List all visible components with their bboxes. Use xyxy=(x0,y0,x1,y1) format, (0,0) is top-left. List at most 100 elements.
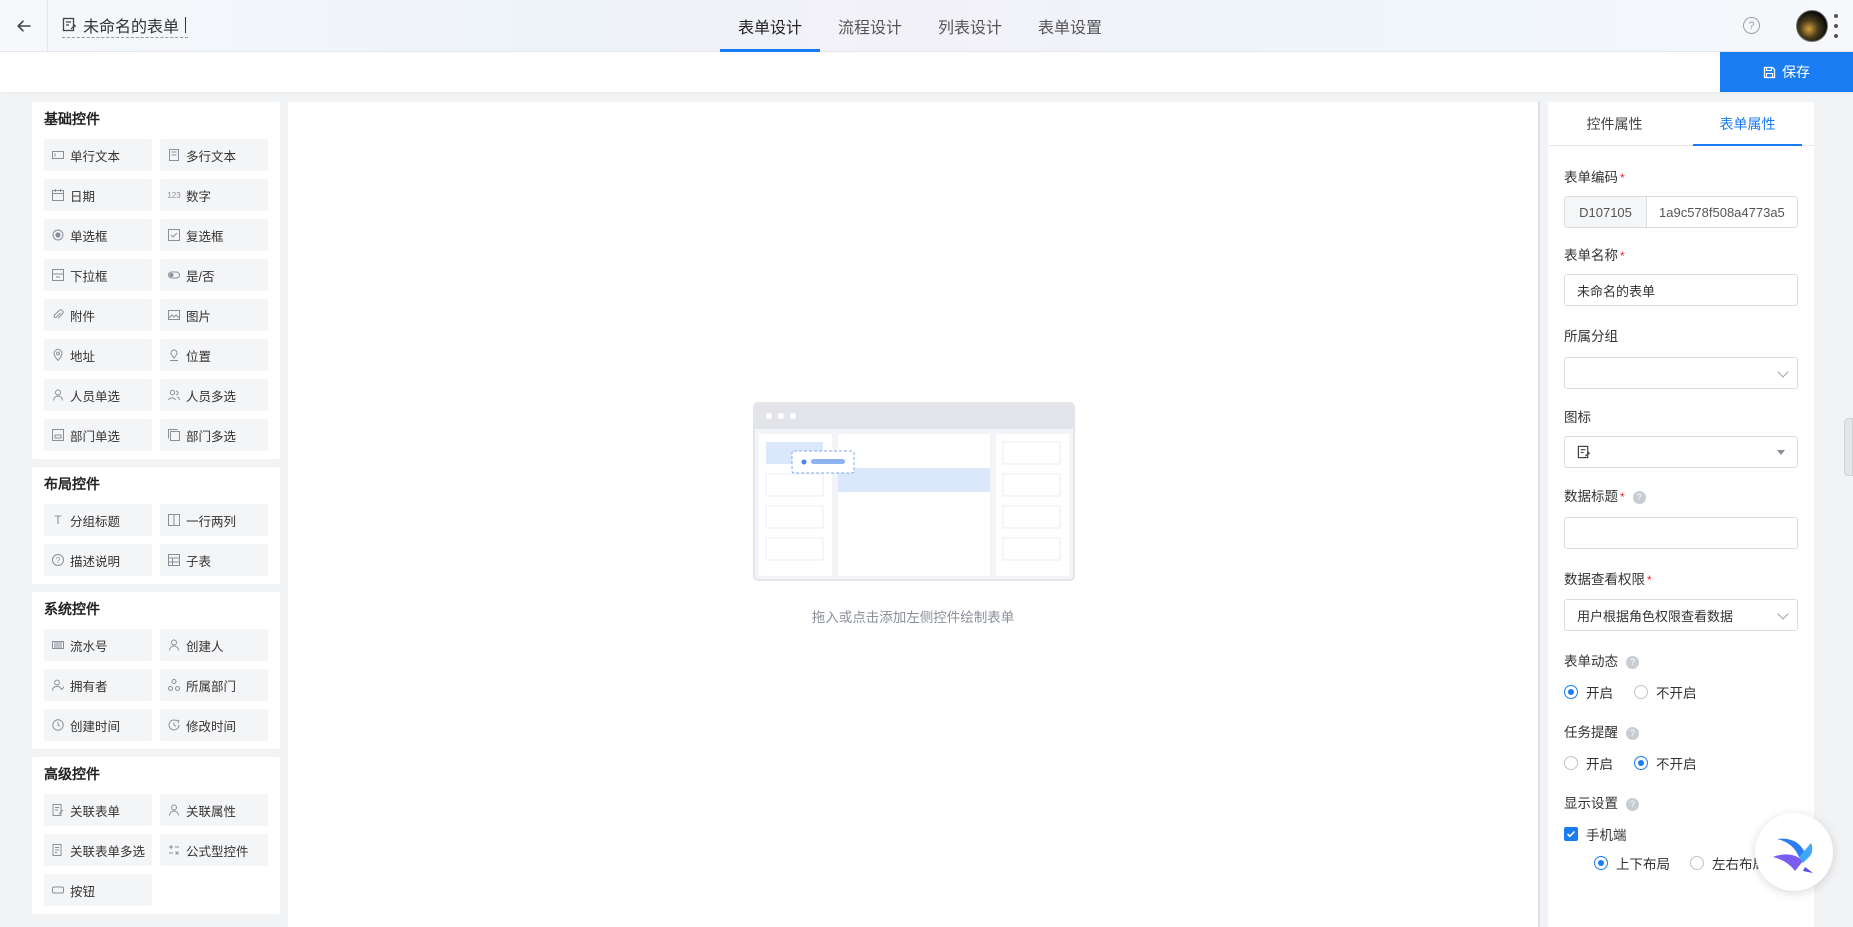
control-label: 图片 xyxy=(186,309,212,324)
clock-edit-icon xyxy=(168,719,180,731)
control-attachment[interactable]: 附件 xyxy=(44,299,152,331)
control-related-form-multi[interactable]: 关联表单多选 xyxy=(44,834,152,866)
control-number[interactable]: 123 数字 xyxy=(160,179,268,211)
link-forms-icon xyxy=(52,844,62,856)
data-permission-select[interactable]: 用户根据角色权限查看数据 xyxy=(1564,599,1798,631)
form-icon xyxy=(62,17,76,32)
tab-list-design[interactable]: 列表设计 xyxy=(920,0,1020,52)
label-text: 表单编码 xyxy=(1564,170,1618,185)
form-title-editor[interactable]: 未命名的表单 xyxy=(62,12,189,38)
text-title-icon: T xyxy=(54,513,62,527)
save-icon xyxy=(1763,66,1776,78)
help-icon[interactable]: ? xyxy=(1626,797,1639,811)
save-button[interactable]: 保存 xyxy=(1720,52,1853,92)
form-code-value[interactable]: 1a9c578f508a4773a5 xyxy=(1647,205,1785,220)
form-name-value: 未命名的表单 xyxy=(1577,283,1656,299)
control-creator[interactable]: 创建人 xyxy=(160,629,268,661)
control-owning-dept[interactable]: 所属部门 xyxy=(160,669,268,701)
required-mark: * xyxy=(1620,249,1625,263)
required-mark: * xyxy=(1620,171,1625,185)
control-related-attribute[interactable]: 关联属性 xyxy=(160,794,268,826)
control-date[interactable]: 日期 xyxy=(44,179,152,211)
control-label: 分组标题 xyxy=(70,514,121,529)
control-label: 单行文本 xyxy=(70,149,121,164)
control-dept-multi[interactable]: 部门多选 xyxy=(160,419,268,451)
avatar[interactable] xyxy=(1796,10,1828,42)
control-modified-time[interactable]: 修改时间 xyxy=(160,709,268,741)
group-title: 系统控件 xyxy=(44,601,100,617)
control-label: 公式型控件 xyxy=(186,844,249,859)
tab-control-properties[interactable]: 控件属性 xyxy=(1548,102,1681,145)
assistant-button[interactable] xyxy=(1755,813,1833,891)
control-user-multi[interactable]: 人员多选 xyxy=(160,379,268,411)
radio-label[interactable]: 不开启 xyxy=(1656,753,1697,773)
data-title-input[interactable] xyxy=(1564,517,1798,549)
control-owner[interactable]: 拥有者 xyxy=(44,669,152,701)
control-radio[interactable]: 单选框 xyxy=(44,219,152,251)
task-reminder-off-radio[interactable] xyxy=(1634,756,1648,770)
form-dynamic-on-radio[interactable] xyxy=(1564,685,1578,699)
control-label: 人员多选 xyxy=(186,389,237,404)
control-label: 拥有者 xyxy=(70,679,108,694)
help-icon[interactable]: ? xyxy=(1632,490,1646,504)
control-yes-no[interactable]: 是/否 xyxy=(160,259,268,291)
control-formula[interactable]: 公式型控件 xyxy=(160,834,268,866)
control-group-title[interactable]: T 分组标题 xyxy=(44,504,152,536)
checkbox-icon xyxy=(168,229,180,241)
control-description[interactable]: ? 描述说明 xyxy=(44,544,152,576)
layout-horizontal-radio[interactable] xyxy=(1690,856,1704,870)
bird-logo-icon xyxy=(1773,838,1813,873)
control-related-form[interactable]: 关联表单 xyxy=(44,794,152,826)
image-icon xyxy=(168,310,180,320)
tab-form-settings[interactable]: 表单设置 xyxy=(1020,0,1120,52)
side-drawer-handle[interactable] xyxy=(1844,418,1853,476)
tab-form-design[interactable]: 表单设计 xyxy=(720,0,821,52)
form-group-select[interactable] xyxy=(1564,357,1798,389)
radio-label[interactable]: 上下布局 xyxy=(1616,853,1670,873)
help-icon[interactable]: ? xyxy=(1626,726,1639,740)
info-circle-icon: ? xyxy=(52,554,64,566)
form-code-prefix: D107105 xyxy=(1565,197,1647,227)
layout-vertical-radio[interactable] xyxy=(1594,856,1608,870)
label-text: 显示设置 xyxy=(1564,796,1618,811)
control-single-line-text[interactable]: 单行文本 xyxy=(44,139,152,171)
question-circle-icon[interactable]: ? xyxy=(1743,17,1760,34)
control-multi-line-text[interactable]: 多行文本 xyxy=(160,139,268,171)
form-icon-label: 图标 xyxy=(1564,409,1798,427)
control-dept-single[interactable]: 部门单选 xyxy=(44,419,152,451)
control-checkbox[interactable]: 复选框 xyxy=(160,219,268,251)
control-subtable[interactable]: 子表 xyxy=(160,544,268,576)
control-two-columns[interactable]: 一行两列 xyxy=(160,504,268,536)
back-button[interactable] xyxy=(0,0,48,52)
control-user-single[interactable]: 人员单选 xyxy=(44,379,152,411)
radio-label[interactable]: 不开启 xyxy=(1656,682,1697,702)
tab-flow-design[interactable]: 流程设计 xyxy=(820,0,920,52)
control-label: 单选框 xyxy=(70,229,108,244)
mobile-checkbox[interactable] xyxy=(1564,827,1578,841)
control-image[interactable]: 图片 xyxy=(160,299,268,331)
group-basic: 基础控件 单行文本 多行文本 日期 123 数字 单选框 复选框 下拉框 是/否 … xyxy=(32,102,280,459)
task-reminder-on-radio[interactable] xyxy=(1564,756,1578,770)
panel-divider[interactable] xyxy=(1538,102,1540,927)
form-name-input[interactable]: 未命名的表单 xyxy=(1564,274,1798,306)
properties-panel: 控件属性 表单属性 表单编码 * D107105 1a9c578f508a4773… xyxy=(1548,102,1814,927)
radio-label[interactable]: 开启 xyxy=(1586,682,1613,702)
group-layout: 布局控件 T 分组标题 一行两列 ? 描述说明 子表 xyxy=(32,467,280,584)
form-dynamic-off-radio[interactable] xyxy=(1634,685,1648,699)
design-canvas[interactable]: 拖入或点击添加左侧控件绘制表单 xyxy=(288,102,1538,927)
tab-form-properties[interactable]: 表单属性 xyxy=(1681,102,1814,146)
checkbox-label[interactable]: 手机端 xyxy=(1586,824,1627,844)
more-icon[interactable] xyxy=(1833,14,1839,38)
help-icon[interactable]: ? xyxy=(1626,655,1639,669)
task-reminder-options: 开启 不开启 xyxy=(1564,754,1798,772)
control-location[interactable]: 位置 xyxy=(160,339,268,371)
control-dropdown[interactable]: 下拉框 xyxy=(44,259,152,291)
control-serial-number[interactable]: 流水号 xyxy=(44,629,152,661)
radio-label[interactable]: 开启 xyxy=(1586,753,1613,773)
control-button[interactable]: 按钮 xyxy=(44,874,152,906)
label-text: 任务提醒 xyxy=(1564,725,1618,740)
form-icon-select[interactable] xyxy=(1564,436,1798,468)
link-form-icon xyxy=(52,804,64,816)
control-address[interactable]: 地址 xyxy=(44,339,152,371)
control-created-time[interactable]: 创建时间 xyxy=(44,709,152,741)
